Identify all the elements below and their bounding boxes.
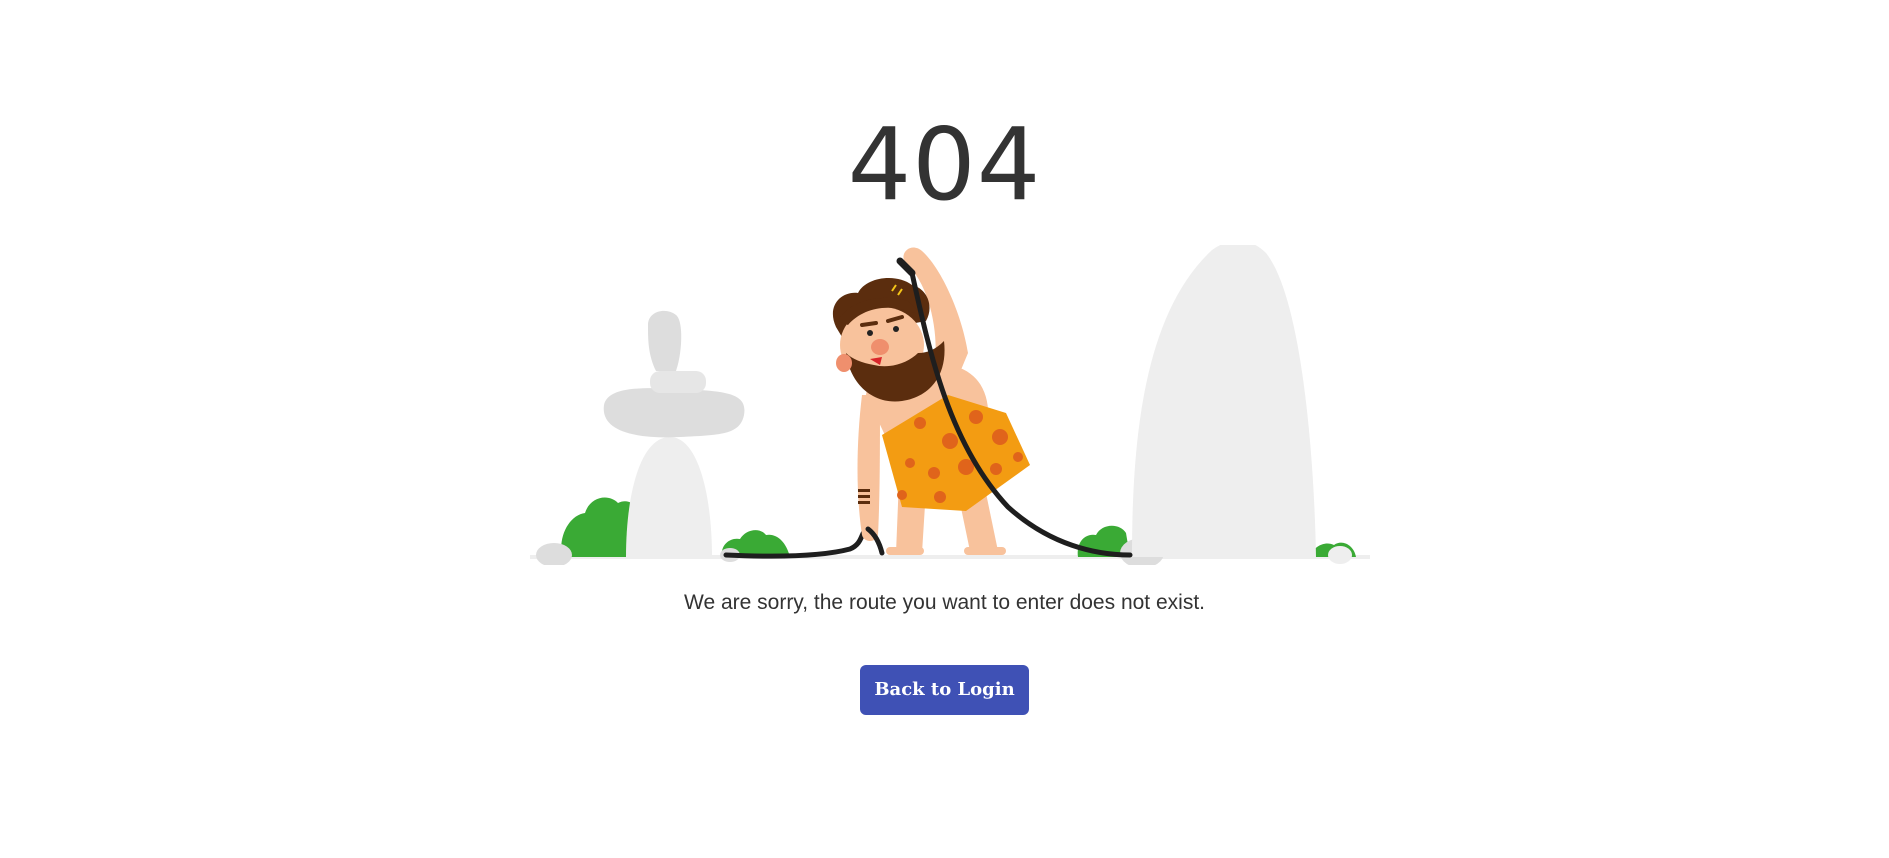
- caveman-bracelet-3: [858, 501, 870, 504]
- rock-stack-base: [626, 437, 712, 557]
- rock-stack-top: [648, 310, 682, 371]
- cable-left-end: [865, 526, 885, 556]
- caveman-foot-right: [964, 547, 1006, 555]
- caveman-bracelet-2: [858, 495, 870, 498]
- back-to-login-button[interactable]: Back to Login: [860, 665, 1029, 715]
- caveman-eye-left: [867, 330, 873, 336]
- rock-stack-slab: [603, 388, 745, 438]
- caveman-ear: [836, 354, 852, 372]
- caveman-arm-left: [857, 395, 880, 541]
- caveman-nose: [871, 339, 889, 355]
- rock-stack-middle: [650, 371, 706, 393]
- caveman-eye-right: [893, 326, 899, 332]
- caveman-illustration: [530, 245, 1370, 565]
- caveman-brow-left: [860, 321, 878, 327]
- error-message: We are sorry, the route you want to ente…: [684, 591, 1205, 614]
- caveman-bracelet-1: [858, 489, 870, 492]
- caveman-foot-left: [886, 547, 924, 555]
- tall-rock: [1132, 245, 1316, 557]
- error-code: 404: [847, 106, 1042, 223]
- pebble-far-right: [1328, 546, 1352, 564]
